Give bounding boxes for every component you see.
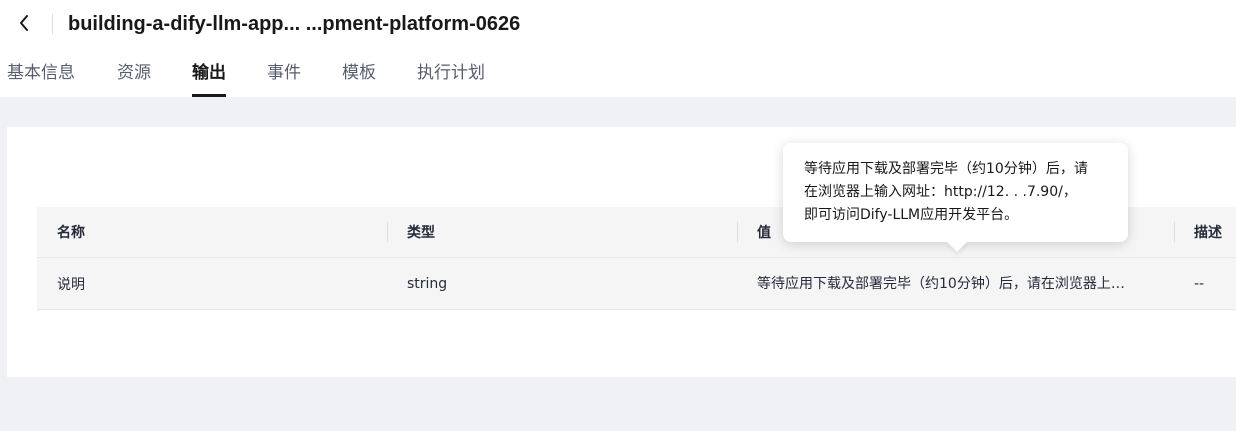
tab-templates[interactable]: 模板 <box>342 58 376 97</box>
column-header-description: 描述 <box>1194 225 1222 241</box>
column-divider <box>737 222 738 242</box>
chevron-left-icon <box>20 15 28 31</box>
tab-basic-info[interactable]: 基本信息 <box>7 58 75 97</box>
row-value[interactable]: 等待应用下载及部署完毕（约10分钟）后，请在浏览器上… <box>757 258 1157 309</box>
tab-events[interactable]: 事件 <box>267 58 301 97</box>
column-divider <box>1174 222 1175 242</box>
table-row: 说明 string 等待应用下载及部署完毕（约10分钟）后，请在浏览器上… -- <box>37 257 1236 310</box>
tooltip-line: 在浏览器上输入网址：http://12. . .7.90/， <box>804 184 1077 200</box>
row-name: 说明 <box>57 276 85 293</box>
tooltip-line: 即可访问Dify-LLM应用开发平台。 <box>804 207 1019 223</box>
tab-execution-plan[interactable]: 执行计划 <box>417 58 485 97</box>
page-header: building-a-dify-llm-app... ...pment-plat… <box>0 0 1236 97</box>
page-title: building-a-dify-llm-app... ...pment-plat… <box>68 13 521 35</box>
tooltip-line: 等待应用下载及部署完毕（约10分钟）后，请 <box>804 161 1088 177</box>
tab-outputs[interactable]: 输出 <box>192 58 226 97</box>
header-divider <box>52 14 53 34</box>
row-description: -- <box>1194 275 1205 292</box>
back-button[interactable] <box>12 10 36 36</box>
column-divider <box>387 222 388 242</box>
column-header-name: 名称 <box>57 225 85 241</box>
value-tooltip: 等待应用下载及部署完毕（约10分钟）后，请 在浏览器上输入网址：http://1… <box>783 143 1128 252</box>
tooltip-text: 等待应用下载及部署完毕（约10分钟）后，请 在浏览器上输入网址：http://1… <box>804 158 1108 227</box>
tab-resources[interactable]: 资源 <box>117 58 151 97</box>
column-header-type: 类型 <box>407 225 435 241</box>
row-type: string <box>407 275 448 292</box>
